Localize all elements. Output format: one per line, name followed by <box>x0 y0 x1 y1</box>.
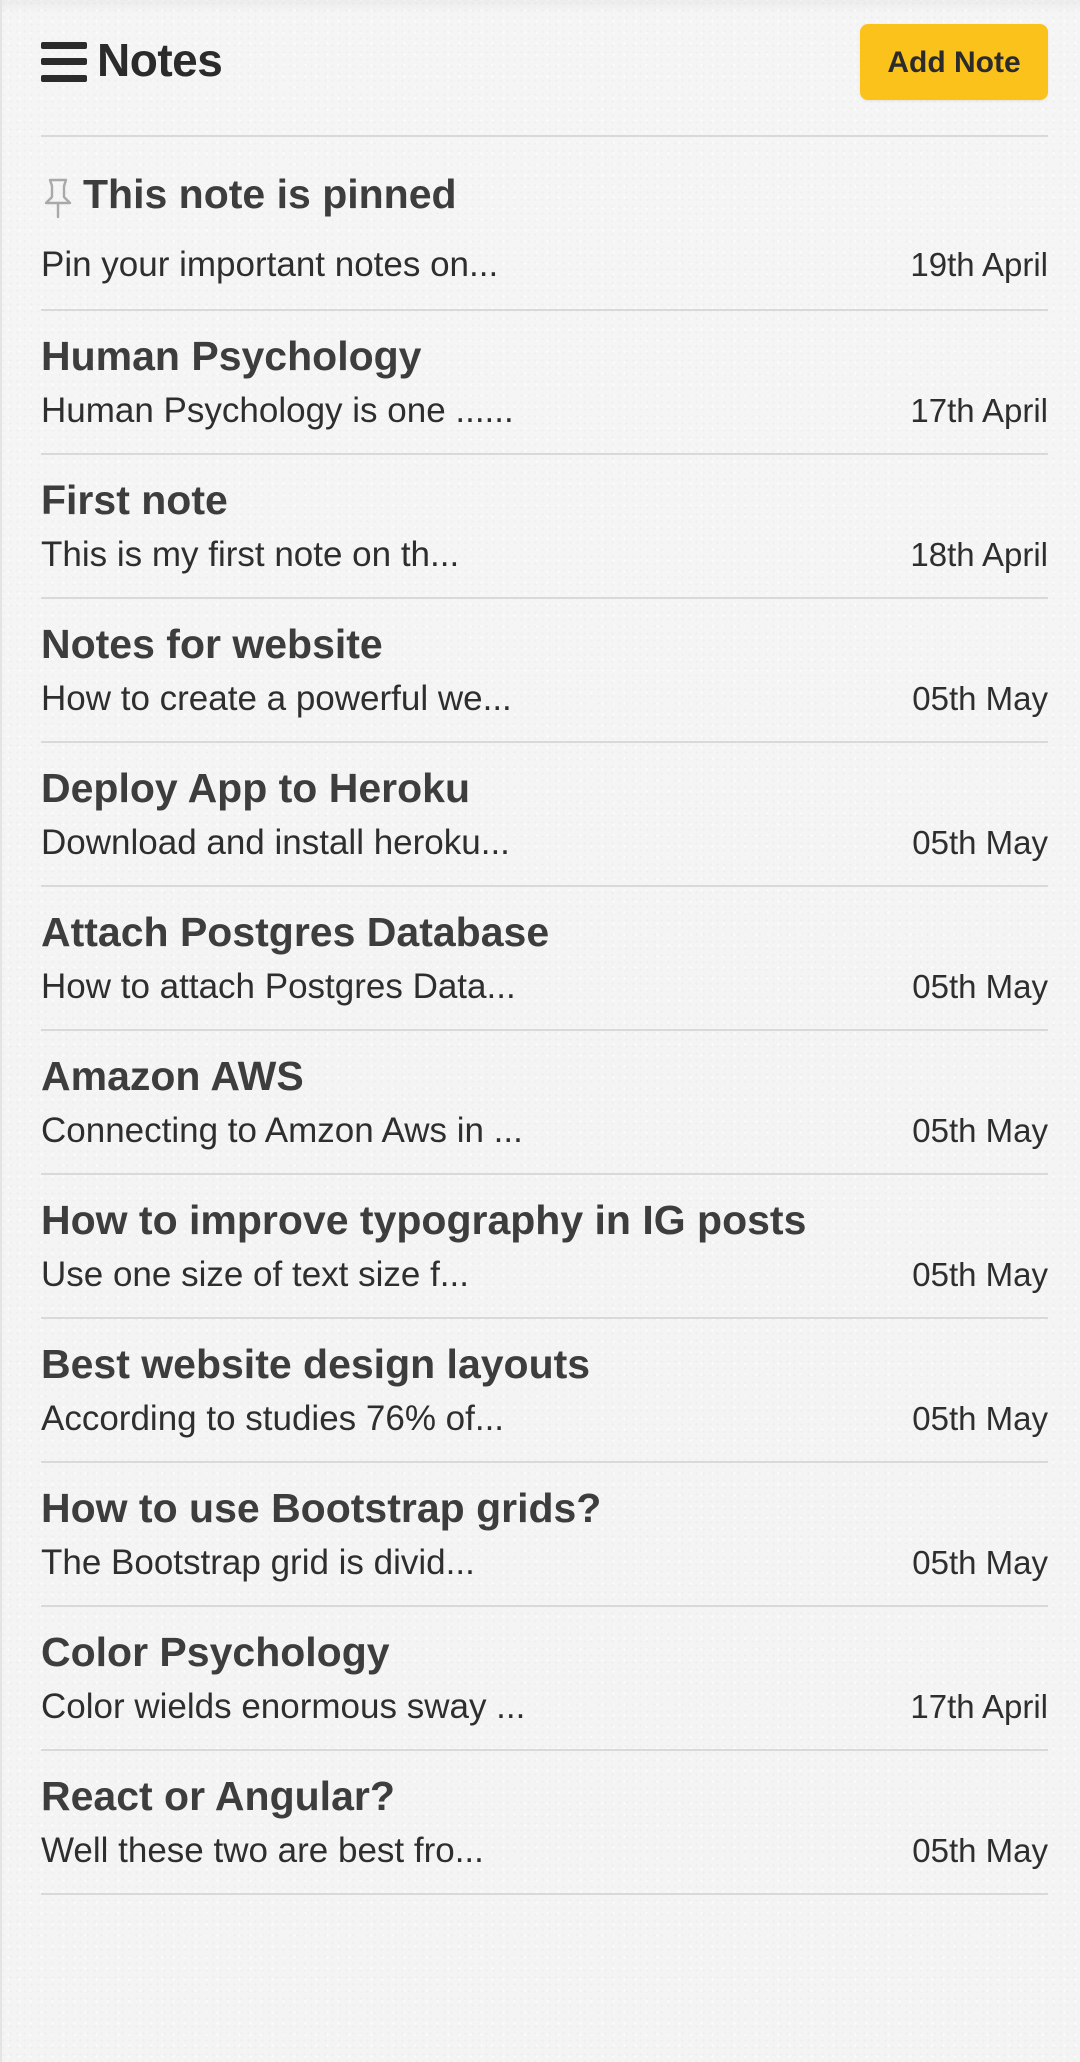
note-title: Amazon AWS <box>41 1053 304 1099</box>
note-excerpt: How to attach Postgres Data... <box>41 967 516 1006</box>
note-title: Best website design layouts <box>41 1341 591 1387</box>
note-date: 05th May <box>912 1832 1048 1869</box>
note-item[interactable]: Color Psychology Color wields enormous s… <box>41 1607 1048 1751</box>
note-excerpt: Pin your important notes on... <box>41 245 499 284</box>
note-date: 05th May <box>912 1400 1048 1437</box>
note-item[interactable]: First note This is my first note on th..… <box>41 455 1048 599</box>
note-item[interactable]: How to use Bootstrap grids? The Bootstra… <box>41 1463 1048 1607</box>
note-item[interactable]: Best website design layouts According to… <box>41 1319 1048 1463</box>
note-excerpt: Use one size of text size f... <box>41 1255 469 1294</box>
app-header: Notes Add Note <box>41 0 1048 137</box>
note-title: Deploy App to Heroku <box>41 765 470 811</box>
note-title: How to use Bootstrap grids? <box>41 1485 602 1531</box>
note-title: Color Psychology <box>41 1629 390 1675</box>
note-excerpt: Human Psychology is one ...... <box>41 391 514 430</box>
note-date: 17th April <box>910 1688 1048 1725</box>
add-note-button[interactable]: Add Note <box>860 24 1048 100</box>
note-item[interactable]: How to improve typography in IG posts Us… <box>41 1175 1048 1319</box>
note-date: 17th April <box>910 392 1048 429</box>
note-excerpt: How to create a powerful we... <box>41 679 512 718</box>
note-excerpt: The Bootstrap grid is divid... <box>41 1543 475 1582</box>
note-item[interactable]: Amazon AWS Connecting to Amzon Aws in ..… <box>41 1031 1048 1175</box>
note-excerpt: Color wields enormous sway ... <box>41 1687 526 1726</box>
note-date: 05th May <box>912 1256 1048 1293</box>
note-title: This note is pinned <box>83 171 457 217</box>
note-title: Attach Postgres Database <box>41 909 550 955</box>
note-date: 05th May <box>912 680 1048 717</box>
note-title: First note <box>41 477 228 523</box>
note-excerpt: Download and install heroku... <box>41 823 510 862</box>
note-item-pinned[interactable]: This note is pinned Pin your important n… <box>41 137 1048 311</box>
note-excerpt: Connecting to Amzon Aws in ... <box>41 1111 523 1150</box>
page-title: Notes <box>97 34 223 86</box>
note-title: Human Psychology <box>41 333 422 379</box>
note-item[interactable]: React or Angular? Well these two are bes… <box>41 1751 1048 1895</box>
note-date: 18th April <box>910 536 1048 573</box>
note-list: This note is pinned Pin your important n… <box>41 137 1048 1895</box>
note-title: Notes for website <box>41 621 383 667</box>
note-title: How to improve typography in IG posts <box>41 1197 807 1243</box>
note-excerpt: Well these two are best fro... <box>41 1831 484 1870</box>
pin-icon <box>44 178 72 219</box>
notes-app: Notes Add Note This note is pinned Pin y… <box>41 0 1048 1895</box>
note-item[interactable]: Deploy App to Heroku Download and instal… <box>41 743 1048 887</box>
note-date: 19th April <box>910 246 1048 283</box>
note-date: 05th May <box>912 1112 1048 1149</box>
note-title: React or Angular? <box>41 1773 395 1819</box>
note-excerpt: According to studies 76% of... <box>41 1399 505 1438</box>
note-date: 05th May <box>912 968 1048 1005</box>
note-item[interactable]: Human Psychology Human Psychology is one… <box>41 311 1048 455</box>
note-item[interactable]: Notes for website How to create a powerf… <box>41 599 1048 743</box>
note-item[interactable]: Attach Postgres Database How to attach P… <box>41 887 1048 1031</box>
note-excerpt: This is my first note on th... <box>41 535 460 574</box>
note-date: 05th May <box>912 824 1048 861</box>
hamburger-menu-icon[interactable] <box>41 42 87 82</box>
note-date: 05th May <box>912 1544 1048 1581</box>
